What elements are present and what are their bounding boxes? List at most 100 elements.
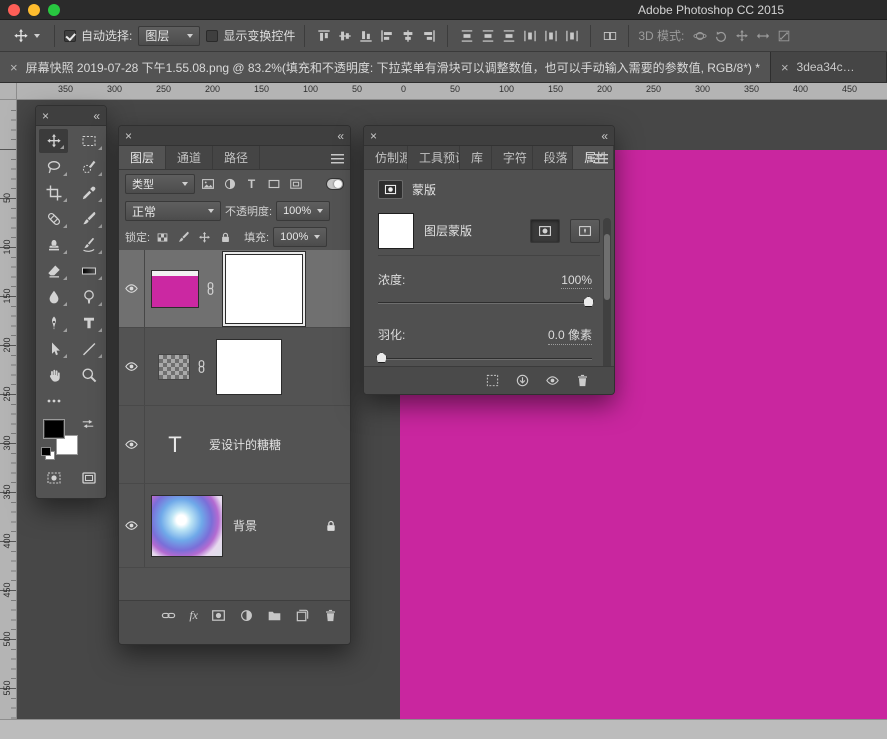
close-tab-icon[interactable]: × bbox=[781, 60, 789, 75]
quick-mask-button[interactable] bbox=[36, 464, 71, 492]
clone-stamp-tool[interactable] bbox=[36, 232, 71, 258]
close-panel-icon[interactable]: × bbox=[42, 110, 49, 122]
delete-mask-button[interactable] bbox=[575, 373, 590, 388]
lasso-tool[interactable] bbox=[36, 154, 71, 180]
filter-pixel-layers-button[interactable] bbox=[198, 175, 217, 194]
density-slider[interactable] bbox=[378, 302, 592, 304]
lock-position-button[interactable] bbox=[196, 229, 213, 246]
show-transform-checkbox[interactable]: 显示变换控件 bbox=[206, 27, 295, 44]
layer-visibility-toggle[interactable] bbox=[119, 328, 145, 405]
close-window-button[interactable] bbox=[8, 4, 20, 16]
layer-mask-thumbnail-selected[interactable] bbox=[225, 254, 303, 324]
layer-row-masked-pattern[interactable] bbox=[119, 328, 350, 406]
distribute-right-edges-button[interactable] bbox=[562, 26, 581, 45]
default-colors-icon[interactable] bbox=[41, 447, 55, 460]
layer-visibility-toggle[interactable] bbox=[119, 484, 145, 567]
opacity-dropdown[interactable]: 100% bbox=[276, 201, 330, 221]
text-layer-thumbnail[interactable]: T bbox=[151, 432, 199, 458]
lock-all-button[interactable] bbox=[217, 229, 234, 246]
tab-tool-presets[interactable]: 工具预设 bbox=[408, 146, 460, 169]
slide-3d-icon[interactable] bbox=[753, 26, 772, 45]
crop-tool[interactable] bbox=[36, 180, 71, 206]
mask-link-icon[interactable] bbox=[194, 359, 209, 374]
document-tab-active[interactable]: × 屏幕快照 2019-07-28 下午1.55.08.png @ 83.2%(… bbox=[0, 52, 771, 82]
orbit-3d-icon[interactable] bbox=[690, 26, 709, 45]
spot-healing-brush-tool[interactable] bbox=[36, 206, 71, 232]
auto-select-checkbox[interactable]: 自动选择: bbox=[64, 27, 132, 44]
move-tool[interactable] bbox=[39, 129, 68, 153]
layer-row-background[interactable]: 背景 bbox=[119, 484, 350, 568]
close-panel-icon[interactable]: × bbox=[370, 130, 377, 142]
line-tool[interactable] bbox=[71, 336, 106, 362]
ruler-origin-corner[interactable] bbox=[0, 83, 17, 100]
distribute-bottom-edges-button[interactable] bbox=[499, 26, 518, 45]
layer-row-text[interactable]: T 爱设计的糖糖 bbox=[119, 406, 350, 484]
blend-mode-dropdown[interactable]: 正常 bbox=[125, 201, 221, 221]
eraser-tool[interactable] bbox=[36, 258, 71, 284]
brush-tool[interactable] bbox=[71, 206, 106, 232]
filter-type-layers-button[interactable]: T bbox=[242, 175, 261, 194]
close-panel-icon[interactable]: × bbox=[125, 130, 132, 142]
filter-shape-layers-button[interactable] bbox=[264, 175, 283, 194]
auto-align-layers-button[interactable] bbox=[600, 26, 619, 45]
filter-kind-dropdown[interactable]: 类型 bbox=[125, 174, 195, 194]
blur-tool[interactable] bbox=[36, 284, 71, 310]
scrollbar[interactable] bbox=[603, 218, 611, 366]
add-vector-mask-button[interactable] bbox=[570, 219, 600, 243]
tab-channels[interactable]: 通道 bbox=[166, 146, 213, 169]
layer-thumbnail[interactable] bbox=[158, 354, 190, 380]
distribute-vertical-centers-button[interactable] bbox=[478, 26, 497, 45]
link-layers-button[interactable] bbox=[161, 608, 176, 623]
type-tool[interactable] bbox=[71, 310, 106, 336]
layer-name[interactable]: 爱设计的糖糖 bbox=[209, 436, 350, 453]
foreground-color-swatch[interactable] bbox=[43, 419, 65, 439]
path-selection-tool[interactable] bbox=[36, 336, 71, 362]
drag-3d-icon[interactable] bbox=[732, 26, 751, 45]
lock-transparency-button[interactable] bbox=[154, 229, 171, 246]
layer-thumbnail[interactable] bbox=[151, 270, 199, 308]
load-selection-from-mask-button[interactable] bbox=[485, 373, 500, 388]
density-value[interactable]: 100% bbox=[561, 273, 592, 289]
align-left-edges-button[interactable] bbox=[377, 26, 396, 45]
feather-slider[interactable] bbox=[378, 358, 592, 360]
collapse-panel-icon[interactable]: « bbox=[601, 130, 608, 142]
filter-smart-objects-button[interactable] bbox=[286, 175, 305, 194]
tab-layers[interactable]: 图层 bbox=[119, 146, 166, 169]
tab-character[interactable]: 字符 bbox=[492, 146, 533, 169]
layer-mask-thumbnail[interactable] bbox=[216, 339, 282, 395]
layer-mask-thumbnail[interactable] bbox=[378, 213, 414, 249]
panel-resize-strip[interactable] bbox=[119, 630, 350, 644]
adjustment-layer-button[interactable] bbox=[239, 608, 254, 623]
eyedropper-tool[interactable] bbox=[71, 180, 106, 206]
pen-tool[interactable] bbox=[36, 310, 71, 336]
layer-visibility-toggle[interactable] bbox=[119, 406, 145, 483]
tab-paragraph[interactable]: 段落 bbox=[533, 146, 574, 169]
align-right-edges-button[interactable] bbox=[419, 26, 438, 45]
feather-value[interactable]: 0.0 像素 bbox=[548, 326, 592, 345]
layer-style-button[interactable]: fx bbox=[189, 608, 198, 623]
feather-slider-knob[interactable] bbox=[376, 352, 387, 363]
collapse-panel-icon[interactable]: « bbox=[93, 110, 100, 122]
lock-image-button[interactable] bbox=[175, 229, 192, 246]
hand-tool[interactable] bbox=[36, 362, 71, 388]
mask-link-icon[interactable] bbox=[203, 281, 218, 296]
gradient-tool[interactable] bbox=[71, 258, 106, 284]
horizontal-ruler[interactable]: 3503002502001501005005010015020025030035… bbox=[17, 83, 887, 100]
distribute-top-edges-button[interactable] bbox=[457, 26, 476, 45]
disable-mask-button[interactable] bbox=[545, 373, 560, 388]
layer-row-masked-fill[interactable] bbox=[119, 250, 350, 328]
vertical-ruler[interactable]: 50100150200250300350400450500550 bbox=[0, 100, 17, 719]
collapse-panel-icon[interactable]: « bbox=[337, 130, 344, 142]
distribute-left-edges-button[interactable] bbox=[520, 26, 539, 45]
tab-clone-source[interactable]: 仿制源 bbox=[364, 146, 408, 169]
align-vertical-centers-button[interactable] bbox=[335, 26, 354, 45]
apply-mask-button[interactable] bbox=[515, 373, 530, 388]
scale-3d-icon[interactable] bbox=[774, 26, 793, 45]
tool-preset-picker[interactable] bbox=[8, 26, 45, 46]
layer-visibility-toggle[interactable] bbox=[119, 250, 145, 327]
tab-paths[interactable]: 路径 bbox=[213, 146, 260, 169]
roll-3d-icon[interactable] bbox=[711, 26, 730, 45]
scrollbar-thumb[interactable] bbox=[604, 234, 610, 300]
layer-name[interactable]: 背景 bbox=[233, 517, 324, 534]
align-top-edges-button[interactable] bbox=[314, 26, 333, 45]
